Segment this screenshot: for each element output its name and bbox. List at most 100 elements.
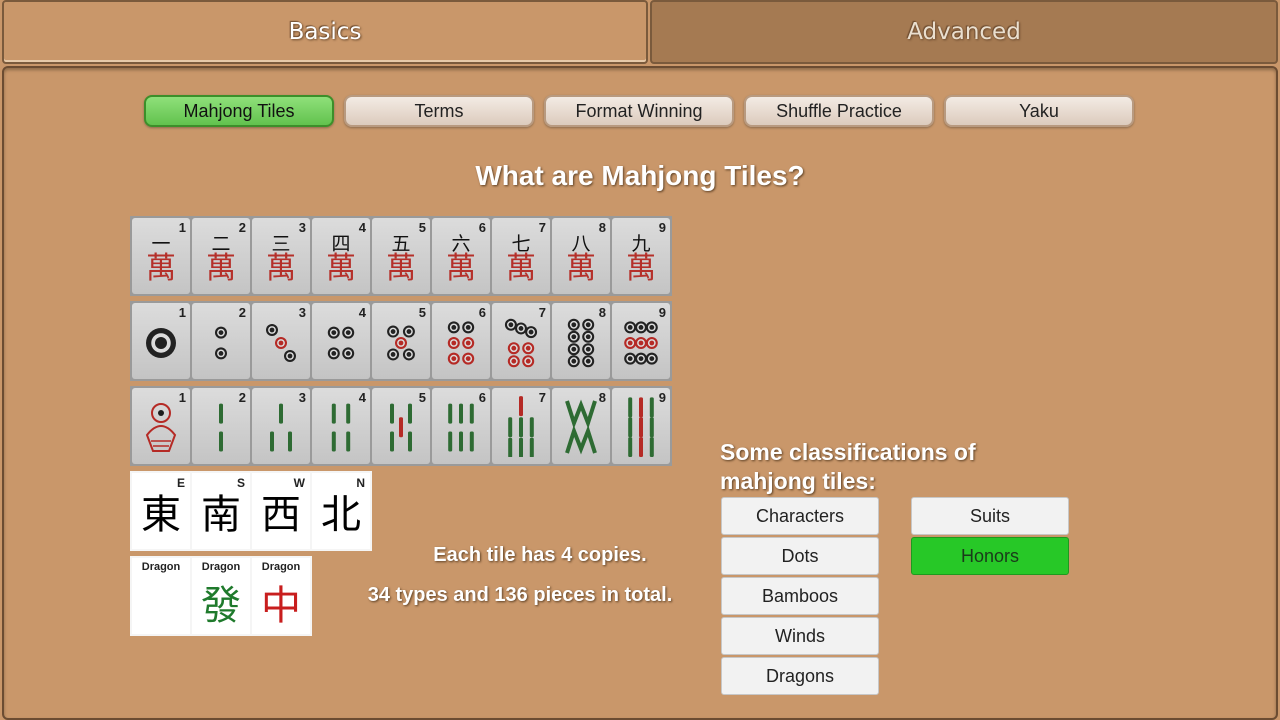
bamboo-stick bbox=[529, 417, 534, 438]
subtab-terms[interactable]: Terms bbox=[344, 95, 534, 127]
tile-number: 1 bbox=[178, 390, 186, 405]
character-glyphs: 七萬 bbox=[506, 234, 536, 286]
character-suffix: 萬 bbox=[626, 250, 656, 286]
bird-shape bbox=[145, 425, 177, 452]
dragons-button[interactable]: Dragons bbox=[721, 657, 879, 695]
wind-tile-east: E 東 bbox=[132, 473, 190, 549]
bamboo-stick bbox=[649, 397, 654, 418]
subtab-shuffle-practice[interactable]: Shuffle Practice bbox=[744, 95, 934, 127]
dot-circle bbox=[571, 334, 577, 340]
character-tile-5: 5五萬 bbox=[372, 218, 430, 294]
dots-button[interactable]: Dots bbox=[721, 537, 879, 575]
bamboo-stick bbox=[270, 431, 274, 452]
dot-circle bbox=[627, 356, 633, 361]
dragon-label: Dragon bbox=[261, 561, 301, 573]
tile-number: 4 bbox=[358, 220, 366, 235]
bamboo-stick bbox=[565, 424, 597, 455]
bamboos-button[interactable]: Bamboos bbox=[721, 577, 879, 615]
wind-tile-south: S 南 bbox=[192, 473, 250, 549]
dot-circle bbox=[638, 340, 644, 346]
bamboo-stick bbox=[469, 403, 474, 424]
wind-tile-north: N 北 bbox=[312, 473, 370, 549]
character-tile-7: 7七萬 bbox=[492, 218, 550, 294]
dot-tile-1: 1 bbox=[132, 303, 190, 379]
bamboo-stick bbox=[448, 431, 453, 452]
bird-shape bbox=[158, 410, 164, 416]
character-suffix: 萬 bbox=[506, 250, 536, 286]
bamboo-stick bbox=[469, 431, 474, 452]
character-tile-4: 4四萬 bbox=[312, 218, 370, 294]
tab-advanced[interactable]: Advanced bbox=[650, 0, 1278, 64]
suits-button[interactable]: Suits bbox=[911, 497, 1069, 535]
bamboo-pattern bbox=[390, 403, 412, 452]
bamboo-stick bbox=[399, 417, 403, 438]
character-tile-3: 3三萬 bbox=[252, 218, 310, 294]
character-glyphs: 五萬 bbox=[386, 234, 416, 284]
dragon-label: Dragon bbox=[141, 561, 181, 573]
character-suffix: 萬 bbox=[446, 250, 476, 286]
dots-pattern bbox=[327, 326, 355, 360]
dot-tile-3: 3 bbox=[252, 303, 310, 379]
dot-circle bbox=[508, 322, 514, 328]
dot-circle bbox=[571, 358, 577, 364]
tile-number: 9 bbox=[658, 220, 666, 235]
character-tile-8: 8八萬 bbox=[552, 218, 610, 294]
character-glyphs: 一萬 bbox=[146, 234, 176, 284]
dot-tile-8: 8 bbox=[552, 303, 610, 379]
bamboo-tile-8: 8 bbox=[552, 388, 610, 464]
bamboo-stick bbox=[628, 437, 633, 457]
dot-circle bbox=[511, 358, 517, 364]
tile-number: 3 bbox=[298, 220, 306, 235]
tile-number: 5 bbox=[418, 220, 426, 235]
bamboo-pattern bbox=[565, 399, 597, 455]
dot-circle bbox=[585, 346, 591, 352]
dot-circle bbox=[518, 326, 524, 331]
characters-button[interactable]: Characters bbox=[721, 497, 879, 535]
tile-number: 6 bbox=[478, 305, 486, 320]
tile-number: 3 bbox=[298, 305, 306, 320]
subtab-mahjong-tiles[interactable]: Mahjong Tiles bbox=[144, 95, 334, 127]
tile-number: 4 bbox=[358, 305, 366, 320]
dots-pattern bbox=[447, 321, 475, 365]
tile-number: 5 bbox=[418, 305, 426, 320]
dot-circle bbox=[649, 325, 655, 330]
wind-glyph: 南 bbox=[201, 492, 241, 538]
bamboo-stick bbox=[649, 437, 654, 457]
wind-glyph: 東 bbox=[141, 492, 181, 538]
dot-tile-5: 5 bbox=[372, 303, 430, 379]
dot-circle bbox=[331, 351, 337, 356]
wind-corner-label: S bbox=[236, 476, 245, 490]
tile-number: 2 bbox=[238, 305, 246, 320]
bamboo-pattern bbox=[628, 397, 654, 457]
bamboo-stick bbox=[459, 403, 463, 424]
character-tile-2: 2二萬 bbox=[192, 218, 250, 294]
dots-pattern bbox=[504, 318, 538, 368]
character-glyphs: 八萬 bbox=[566, 234, 596, 284]
bamboo-tile-6: 6 bbox=[432, 388, 490, 464]
tile-number: 7 bbox=[538, 390, 546, 405]
honors-button[interactable]: Honors bbox=[911, 537, 1069, 575]
dot-circle bbox=[571, 322, 577, 328]
tile-number: 2 bbox=[238, 390, 246, 405]
subtab-format-winning[interactable]: Format Winning bbox=[544, 95, 734, 127]
dot-circle bbox=[585, 334, 591, 340]
tile-number: 9 bbox=[658, 305, 666, 320]
bamboo-pattern bbox=[270, 403, 292, 452]
bamboo-stick bbox=[331, 403, 336, 424]
dot-circle bbox=[465, 356, 471, 361]
bamboo-stick bbox=[288, 431, 292, 452]
tile-number: 9 bbox=[658, 390, 666, 405]
dot-circle bbox=[269, 327, 275, 333]
character-tile-9: 9九萬 bbox=[612, 218, 670, 294]
dot-tile-7: 7 bbox=[492, 303, 550, 379]
tab-basics[interactable]: Basics bbox=[2, 0, 648, 64]
wind-corner-label: N bbox=[356, 476, 365, 490]
subtab-yaku[interactable]: Yaku bbox=[944, 95, 1134, 127]
bamboo-stick bbox=[639, 417, 643, 438]
winds-button[interactable]: Winds bbox=[721, 617, 879, 655]
bamboo-tile-2: 2 bbox=[192, 388, 250, 464]
dot-circle bbox=[451, 325, 457, 330]
bamboo-stick bbox=[390, 431, 394, 452]
character-tile-1: 1一萬 bbox=[132, 218, 190, 294]
dot-tile-6: 6 bbox=[432, 303, 490, 379]
